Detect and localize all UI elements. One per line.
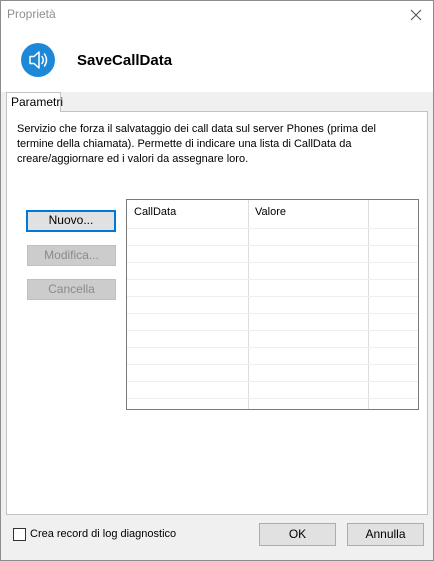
edit-button[interactable]: Modifica... xyxy=(27,245,116,266)
header: SaveCallData xyxy=(1,28,433,92)
diagnostic-log-checkbox[interactable] xyxy=(13,528,26,541)
grid-row-line xyxy=(127,296,418,297)
grid-column-divider xyxy=(248,200,249,409)
column-header-valore[interactable]: Valore xyxy=(248,200,368,228)
grid-row-line xyxy=(127,330,418,331)
delete-button[interactable]: Cancella xyxy=(27,279,116,300)
column-header-calldata[interactable]: CallData xyxy=(127,200,248,228)
close-button[interactable] xyxy=(399,1,433,28)
tab-parametri[interactable]: Parametri xyxy=(6,92,63,112)
tab-panel-parametri: Servizio che forza il salvataggio dei ca… xyxy=(6,111,428,515)
grid-row-line xyxy=(127,245,418,246)
service-title: SaveCallData xyxy=(77,52,173,69)
grid-row-line xyxy=(127,347,418,348)
grid-row-line xyxy=(127,398,418,399)
grid-row-line xyxy=(127,364,418,365)
service-description: Servizio che forza il salvataggio dei ca… xyxy=(17,123,376,165)
cancel-button[interactable]: Annulla xyxy=(347,523,424,546)
calldata-grid[interactable]: CallData Valore xyxy=(126,199,419,410)
window-title: Proprietà xyxy=(7,7,56,21)
diagnostic-log-label: Crea record di log diagnostico xyxy=(30,528,177,540)
title-bar: Proprietà xyxy=(1,1,433,28)
speaker-icon xyxy=(21,43,55,77)
grid-row-line xyxy=(127,262,418,263)
grid-row-line xyxy=(127,279,418,280)
grid-column-divider xyxy=(368,200,369,409)
grid-header: CallData Valore xyxy=(127,200,418,228)
new-button[interactable]: Nuovo... xyxy=(26,210,116,232)
grid-row-line xyxy=(127,313,418,314)
grid-row-line xyxy=(127,381,418,382)
grid-row-line xyxy=(127,228,418,229)
ok-button[interactable]: OK xyxy=(259,523,336,546)
properties-dialog: Proprietà SaveCallData Parametri Servizi… xyxy=(0,0,434,561)
close-icon xyxy=(410,9,422,20)
